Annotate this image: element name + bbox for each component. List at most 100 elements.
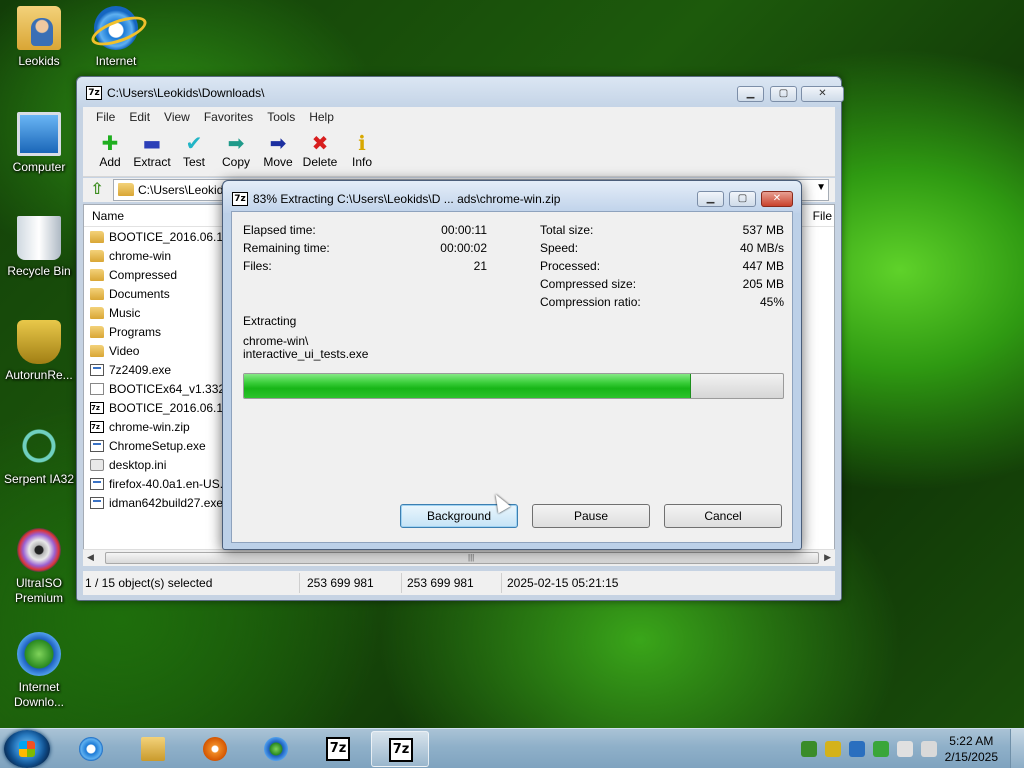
test-check-icon: ✔ [185, 131, 203, 155]
taskbar-button-internet-download-manager[interactable] [247, 731, 305, 767]
dialog-title: 83% Extracting C:\Users\Leokids\D ... ad… [253, 192, 561, 206]
taskbar-button-7zip[interactable]: 7z [371, 731, 429, 767]
status-bar: 1 / 15 object(s) selected 253 699 981 25… [83, 571, 835, 595]
total-size-label: Total size: [540, 223, 594, 237]
toolbar-button-label: Copy [221, 155, 250, 169]
cancel-button[interactable]: Cancel [664, 504, 782, 528]
operation-label: Extracting [243, 314, 297, 328]
dialog-minimize-button[interactable]: ▁ [697, 191, 724, 207]
desktop-icon-ultraiso[interactable]: UltraISO Premium [0, 528, 79, 606]
up-folder-button[interactable]: ⇧ [87, 180, 107, 200]
toolbar-extract-button[interactable]: ▬ Extract [131, 127, 173, 176]
toolbar-button-label: Add [99, 155, 121, 169]
display-icon[interactable] [897, 741, 913, 757]
window-titlebar[interactable]: 7z C:\Users\Leokids\Downloads\ ▁ ▢ ✕ [77, 77, 844, 109]
taskbar-button-explorer-folder[interactable] [124, 731, 182, 767]
menu-favorites[interactable]: Favorites [197, 107, 260, 127]
current-file: interactive_ui_tests.exe [243, 347, 369, 361]
desktop-icon-label: Internet Downlo... [13, 680, 65, 709]
maximize-button[interactable]: ▢ [770, 86, 797, 102]
menu-help[interactable]: Help [302, 107, 341, 127]
exe-file-icon [90, 440, 104, 452]
file-name: Video [109, 344, 140, 358]
taskbar-button-7zip[interactable]: 7z [309, 731, 367, 767]
file-name: 7z2409.exe [109, 363, 172, 377]
pause-button[interactable]: Pause [532, 504, 650, 528]
speed-label: Speed: [540, 241, 579, 255]
folder-file-icon [90, 269, 104, 281]
menu-view[interactable]: View [157, 107, 197, 127]
serpent-icon [17, 424, 61, 468]
7zip-icon: 7z [232, 192, 248, 206]
toolbar-button-label: Test [182, 155, 205, 169]
clock[interactable]: 5:22 AM 2/15/2025 [945, 733, 998, 765]
scroll-right-arrow-icon[interactable]: ▶ [824, 552, 831, 563]
elapsed-time-value: 00:00:11 [441, 223, 487, 237]
remaining-time-value: 00:00:02 [440, 241, 487, 255]
toolbar-info-button[interactable]: ℹ Info [341, 127, 383, 176]
scrollbar-thumb[interactable]: ||| [105, 552, 819, 564]
taskbar-button-media-player[interactable] [186, 731, 244, 767]
compressed-size-label: Compressed size: [540, 277, 637, 291]
processed-label: Processed: [540, 259, 601, 273]
toolbar-test-button[interactable]: ✔ Test [173, 127, 215, 176]
desktop-icon-serpent[interactable]: Serpent IA32 [0, 424, 79, 487]
system-tray: 5:22 AM 2/15/2025 [784, 729, 1024, 768]
minimize-button[interactable]: ▁ [737, 86, 764, 102]
clock-time: 5:22 AM [949, 734, 994, 748]
desktop-icon-internet-download-manager[interactable]: Internet Downlo... [0, 632, 79, 710]
copy-arrow-icon: ➡ [227, 131, 245, 155]
folder-icon [118, 183, 134, 196]
menu-file[interactable]: File [89, 107, 122, 127]
desktop-icon-autorun[interactable]: AutorunRe... [0, 320, 79, 383]
column-header-name[interactable]: Name [92, 209, 124, 223]
processed-value: 447 MB [742, 259, 784, 273]
desktop-icon-recycle-bin[interactable]: Recycle Bin [0, 216, 79, 279]
desktop-icon-label: AutorunRe... [5, 368, 73, 382]
compression-ratio-label: Compression ratio: [540, 295, 641, 309]
shield-icon[interactable] [825, 741, 841, 757]
desktop-icon-internet[interactable]: Internet [76, 6, 156, 69]
volume-muted-icon[interactable] [921, 741, 937, 757]
security-check-icon[interactable] [873, 741, 889, 757]
desktop-icon-computer[interactable]: Computer [0, 112, 79, 175]
internet-explorer-icon [94, 6, 138, 50]
chevron-down-icon[interactable]: ▼ [816, 182, 826, 193]
taskbar-button-internet-explorer[interactable] [62, 731, 120, 767]
dialog-maximize-button[interactable]: ▢ [729, 191, 756, 207]
info-icon: ℹ [358, 131, 366, 155]
column-header-file[interactable]: File [813, 209, 832, 223]
network-icon[interactable] [801, 741, 817, 757]
internet-download-manager-icon [17, 632, 61, 676]
autorun-shield-icon [17, 320, 61, 364]
close-button[interactable]: ✕ [801, 86, 844, 102]
delete-x-icon: ✖ [311, 131, 329, 155]
toolbar-copy-button[interactable]: ➡ Copy [215, 127, 257, 176]
toolbar-move-button[interactable]: ➡ Move [257, 127, 299, 176]
dialog-titlebar[interactable]: 7z 83% Extracting C:\Users\Leokids\D ...… [223, 181, 801, 213]
horizontal-scrollbar[interactable]: ◀ ||| ▶ [83, 549, 835, 566]
start-button[interactable] [4, 730, 50, 768]
exe-file-icon [90, 364, 104, 376]
total-size-value: 537 MB [742, 223, 784, 237]
dialog-close-button[interactable]: ✕ [761, 191, 793, 207]
desktop-icon-label: Recycle Bin [7, 264, 71, 278]
extract-minus-icon: ▬ [142, 131, 162, 155]
status-packed-size: 253 699 981 [407, 576, 474, 590]
toolbar-add-button[interactable]: ✚ Add [89, 127, 131, 176]
menu-edit[interactable]: Edit [122, 107, 157, 127]
idm-tray-icon[interactable] [849, 741, 865, 757]
compression-ratio-value: 45% [759, 295, 784, 309]
show-desktop-button[interactable] [1010, 729, 1024, 768]
menu-tools[interactable]: Tools [260, 107, 302, 127]
desktop-icon-leokids[interactable]: Leokids [0, 6, 79, 69]
file-name: chrome-win.zip [109, 420, 190, 434]
scroll-left-arrow-icon[interactable]: ◀ [87, 552, 94, 563]
status-size: 253 699 981 [307, 576, 374, 590]
desktop-icon-label: Leokids [18, 54, 60, 68]
files-value: 21 [473, 259, 487, 273]
file-name: Programs [109, 325, 162, 339]
zip-file-icon [90, 402, 104, 414]
file-name: Documents [109, 287, 170, 301]
toolbar-delete-button[interactable]: ✖ Delete [299, 127, 341, 176]
